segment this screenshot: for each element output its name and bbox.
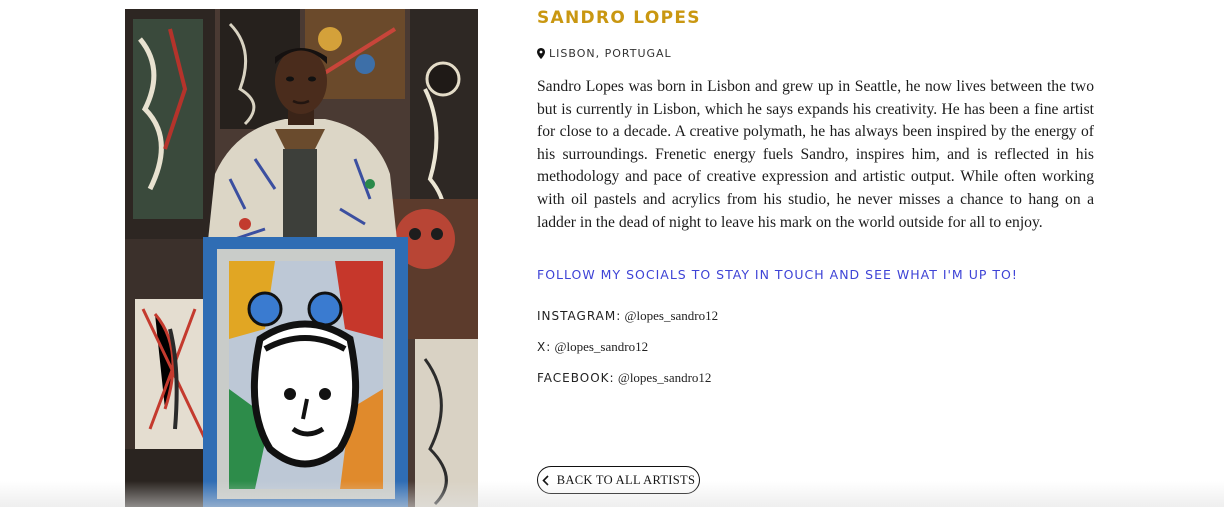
- social-handle-link[interactable]: @lopes_sandro12: [555, 339, 649, 354]
- artist-bio: Sandro Lopes was born in Lisbon and grew…: [537, 78, 1094, 231]
- artist-photo: [125, 9, 478, 507]
- social-handle-link[interactable]: @lopes_sandro12: [625, 308, 719, 323]
- location-text: lisbon, portugal: [549, 47, 672, 60]
- map-pin-icon: [537, 48, 545, 59]
- chevron-left-icon: [542, 474, 549, 486]
- social-platform-label: instagram:: [537, 309, 622, 324]
- social-platform-label: facebook:: [537, 371, 615, 386]
- back-to-artists-button[interactable]: back to all artists: [537, 466, 700, 494]
- social-facebook[interactable]: facebook: @lopes_sandro12: [537, 369, 1094, 400]
- social-handle-link[interactable]: @lopes_sandro12: [618, 370, 712, 385]
- social-instagram[interactable]: instagram: @lopes_sandro12: [537, 307, 1094, 338]
- social-platform-label: x:: [537, 340, 552, 355]
- artist-info: sandro lopes lisbon, portugal Sandro Lop…: [537, 8, 1094, 400]
- socials-intro: follow my socials to stay in touch and s…: [537, 267, 1018, 283]
- artist-location: lisbon, portugal: [537, 47, 1094, 60]
- social-links: instagram: @lopes_sandro12 x: @lopes_san…: [537, 307, 1094, 400]
- artist-name: sandro lopes: [537, 8, 701, 28]
- social-x[interactable]: x: @lopes_sandro12: [537, 338, 1094, 369]
- back-button-label: back to all artists: [556, 472, 696, 487]
